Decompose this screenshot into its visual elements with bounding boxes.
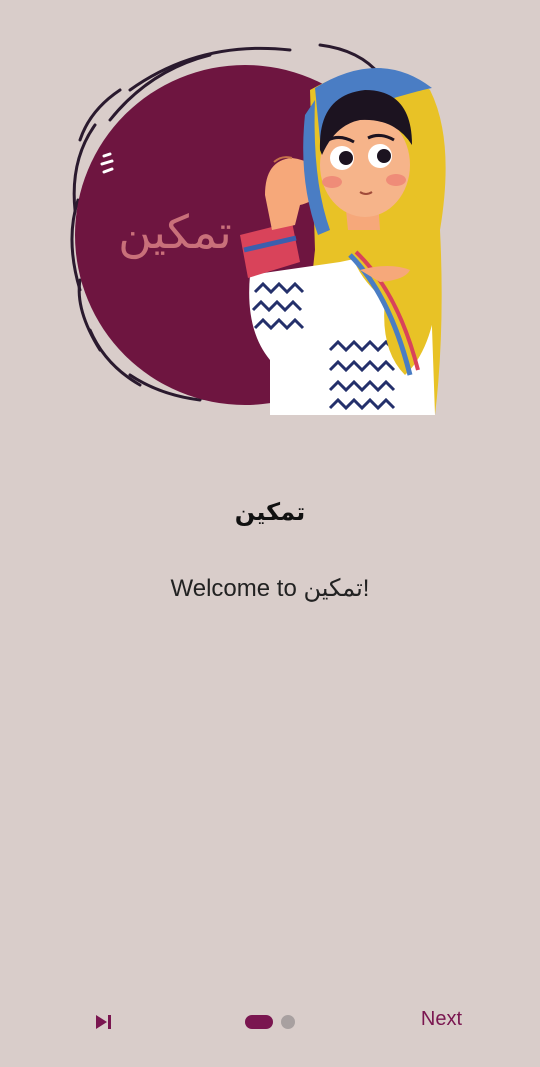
page-indicator <box>245 1014 295 1030</box>
hero-illustration: تمكين <box>60 30 460 430</box>
onboarding-navigation: Next <box>0 1000 540 1044</box>
next-button[interactable]: Next <box>421 1008 462 1031</box>
welcome-message: Welcome to تمكين! <box>170 575 370 602</box>
logo-text: تمكين <box>118 205 232 260</box>
skip-button[interactable] <box>88 1006 120 1038</box>
page-indicator-dot <box>281 1015 295 1029</box>
skip-next-icon <box>96 1015 111 1029</box>
page-title: تمكين <box>234 498 306 526</box>
page-indicator-dot-active <box>245 1015 273 1029</box>
